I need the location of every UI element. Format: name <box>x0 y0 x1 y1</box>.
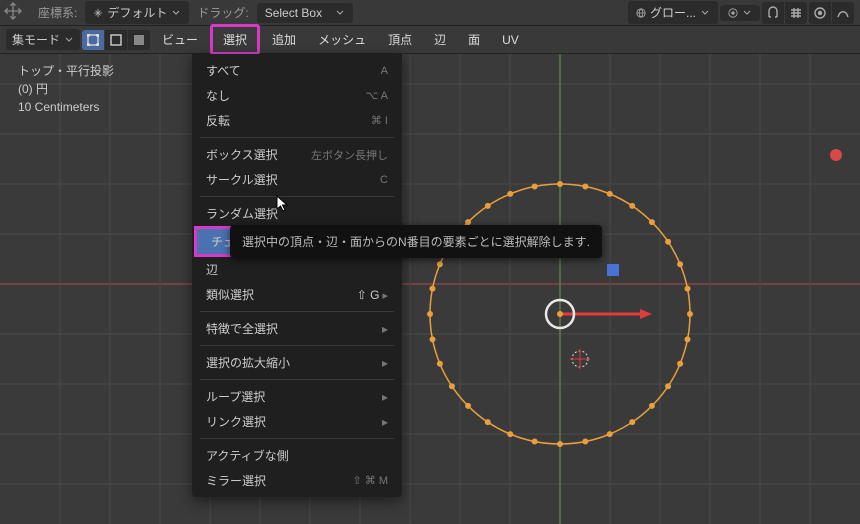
orientation-icon <box>93 8 103 18</box>
select-menu-panel: すべてA なし⌥ A 反転⌘ I ボックス選択左ボタン長押し サークル選択C ラ… <box>192 54 402 497</box>
chevron-down-icon <box>64 35 74 45</box>
circle-mesh[interactable] <box>415 169 715 469</box>
coord-system-value: デフォルト <box>107 4 167 21</box>
mode-dropdown[interactable]: 集モード <box>6 29 80 50</box>
menu-loops[interactable]: ループ選択▸ <box>192 384 402 409</box>
snap-toggle[interactable] <box>762 2 784 24</box>
menu-more-less[interactable]: 選択の拡大縮小▸ <box>192 350 402 375</box>
menu-none[interactable]: なし⌥ A <box>192 83 402 108</box>
gizmo-plane-handle[interactable] <box>607 264 619 276</box>
proportional-group <box>809 2 854 24</box>
menu-uv[interactable]: UV <box>492 29 529 51</box>
viewport-3d[interactable]: トップ・平行投影 (0) 円 10 Centimeters <box>0 54 860 524</box>
menu-vertex[interactable]: 頂点 <box>378 27 422 52</box>
coord-system-label: 座標系: <box>34 4 81 21</box>
menu-view[interactable]: ビュー <box>152 27 208 52</box>
snap-group <box>762 2 807 24</box>
menu-invert[interactable]: 反転⌘ I <box>192 108 402 133</box>
overlay-object: (0) 円 <box>18 80 114 98</box>
menu-linked[interactable]: リンク選択▸ <box>192 409 402 434</box>
pivot-dropdown[interactable] <box>720 5 760 21</box>
menu-edge[interactable]: 辺 <box>424 27 456 52</box>
mode-label: 集モード <box>12 31 60 48</box>
menu-random[interactable]: ランダム選択 <box>192 201 402 226</box>
menu-select[interactable]: 選択 <box>210 24 260 55</box>
orientation-value: グロー... <box>650 4 696 21</box>
menu-box-select[interactable]: ボックス選択左ボタン長押し <box>192 142 402 167</box>
overlay-scale: 10 Centimeters <box>18 98 114 116</box>
menu-side-active[interactable]: アクティブな側 <box>192 443 402 468</box>
globe-icon <box>636 8 646 18</box>
cursor-3d-icon <box>570 349 590 369</box>
record-indicator-icon <box>830 149 842 161</box>
tooltip: 選択中の頂点・辺・面からのN番目の要素ごとに選択解除します. <box>230 225 602 258</box>
menu-face[interactable]: 面 <box>458 27 490 52</box>
proportional-toggle[interactable] <box>809 2 831 24</box>
vertex-select-mode[interactable] <box>82 30 104 50</box>
transform-orientation-dropdown[interactable]: グロー... <box>628 1 718 24</box>
menu-circle-select[interactable]: サークル選択C <box>192 167 402 192</box>
editor-menu-bar: 集モード ビュー 選択 追加 メッシュ 頂点 辺 面 UV <box>0 26 860 54</box>
chevron-down-icon <box>335 8 345 18</box>
menu-mesh[interactable]: メッシュ <box>308 27 376 52</box>
coord-system-dropdown[interactable]: デフォルト <box>85 1 189 24</box>
drag-value: Select Box <box>265 6 322 20</box>
menu-all[interactable]: すべてA <box>192 58 402 83</box>
viewport-overlay-text: トップ・平行投影 (0) 円 10 Centimeters <box>18 62 114 116</box>
header-bar: 座標系: デフォルト ドラッグ: Select Box グロー... <box>0 0 860 26</box>
mouse-cursor-icon <box>275 194 293 215</box>
select-mode-toggles <box>82 30 150 50</box>
menu-sharp-edges[interactable]: 辺 <box>192 257 402 282</box>
drag-dropdown[interactable]: Select Box <box>257 3 353 23</box>
overlay-projection: トップ・平行投影 <box>18 62 114 80</box>
edge-select-mode[interactable] <box>105 30 127 50</box>
pivot-icon <box>728 8 738 18</box>
menu-all-by-trait[interactable]: 特徴で全選択▸ <box>192 316 402 341</box>
face-select-mode[interactable] <box>128 30 150 50</box>
move-tool-icon[interactable] <box>4 2 22 23</box>
drag-label: ドラッグ: <box>193 4 252 21</box>
chevron-down-icon <box>742 8 752 18</box>
menu-mirror[interactable]: ミラー選択⇧ ⌘ M <box>192 468 402 493</box>
menu-similar[interactable]: 類似選択⇧ G ▸ <box>192 282 402 307</box>
chevron-down-icon <box>171 8 181 18</box>
snap-mode-dropdown[interactable] <box>785 2 807 24</box>
chevron-down-icon <box>700 8 710 18</box>
proportional-falloff[interactable] <box>832 2 854 24</box>
menu-add[interactable]: 追加 <box>262 27 306 52</box>
